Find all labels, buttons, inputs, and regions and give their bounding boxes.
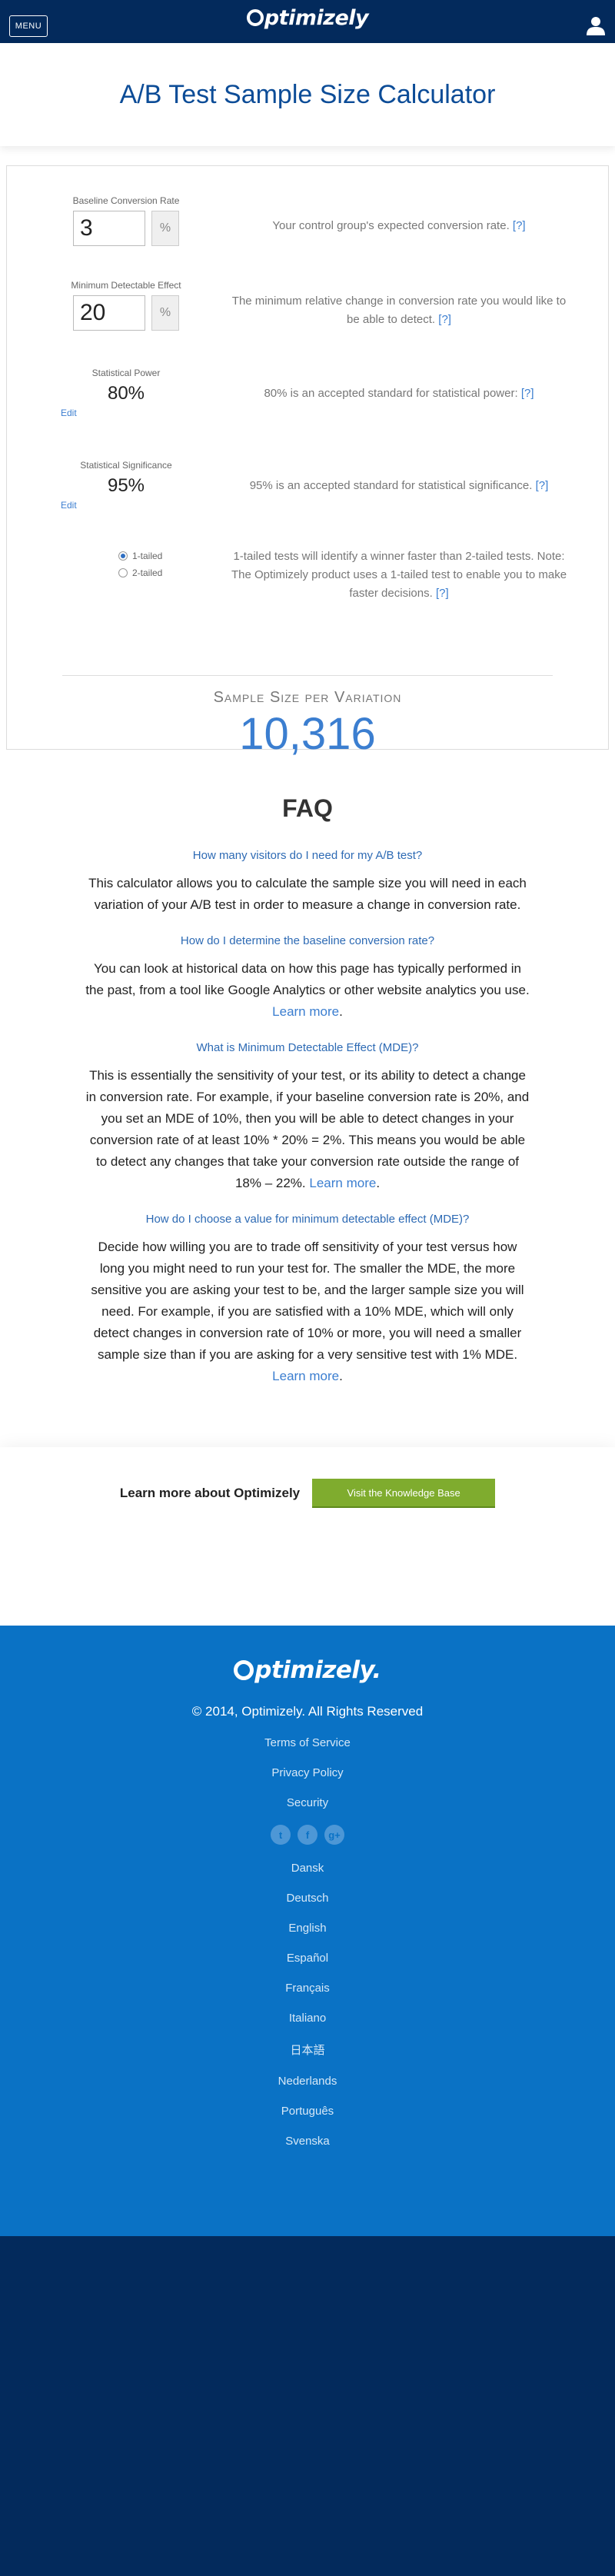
lang-dansk[interactable]: Dansk (0, 1862, 615, 1875)
result-divider (62, 675, 553, 676)
baseline-desc-text: Your control group's expected conversion… (272, 219, 510, 232)
faq-question-3[interactable]: What is Minimum Detectable Effect (MDE)? (85, 1041, 530, 1054)
knowledge-base-button[interactable]: Visit the Knowledge Base (312, 1479, 496, 1508)
learn-more-text: Learn more about Optimizely (119, 1486, 301, 1500)
mde-help-link[interactable]: [?] (438, 313, 451, 326)
significance-label: Statistical Significance (80, 460, 172, 471)
faq-question-2[interactable]: How do I determine the baseline conversi… (85, 934, 530, 947)
footer: ptimizely. © 2014, Optimizely. All Right… (0, 1626, 615, 2236)
mde-label: Minimum Detectable Effect (71, 280, 181, 291)
lang-francais[interactable]: Français (0, 1982, 615, 1995)
significance-field: Statistical Significance 95% (45, 460, 207, 497)
facebook-icon[interactable]: f (298, 1825, 317, 1845)
radio-1-tailed-dot[interactable] (118, 551, 128, 561)
page-title: A/B Test Sample Size Calculator (119, 79, 496, 109)
lang-espanol[interactable]: Español (0, 1952, 615, 1965)
footer-logo-wordmark: ptimizely. (254, 1656, 381, 1684)
faq-answer-4-text: Decide how willing you are to trade off … (91, 1240, 524, 1362)
title-band: A/B Test Sample Size Calculator (0, 43, 615, 146)
faq-answer-4-learn-more[interactable]: Learn more (272, 1369, 339, 1383)
logo-o-ring (246, 9, 264, 26)
radio-2-tailed-dot[interactable] (118, 568, 128, 577)
tails-desc: 1-tailed tests will identify a winner fa… (230, 547, 568, 603)
google-plus-icon[interactable]: g+ (324, 1825, 344, 1845)
lang-japanese[interactable]: 日本語 (0, 2042, 615, 2058)
baseline-unit: % (151, 211, 179, 246)
optimizely-logo[interactable]: ptimizely (0, 6, 615, 30)
faq-answer-1-text: This calculator allows you to calculate … (88, 876, 527, 912)
white-spacer (0, 1539, 615, 1626)
tails-help-link[interactable]: [?] (436, 587, 449, 600)
radio-2-tailed[interactable]: 2-tailed (118, 564, 162, 581)
mde-desc-text: The minimum relative change in conversio… (231, 295, 567, 326)
mde-desc: The minimum relative change in conversio… (230, 292, 568, 329)
copyright: © 2014, Optimizely. All Rights Reserved (191, 1704, 424, 1719)
tails-radio-group: 1-tailed 2-tailed (118, 547, 162, 581)
lang-nederlands[interactable]: Nederlands (0, 2075, 615, 2088)
logo-wordmark: ptimizely (264, 6, 369, 30)
footer-logo[interactable]: ptimizely. (0, 1656, 615, 1684)
baseline-desc: Your control group's expected conversion… (230, 217, 568, 235)
faq-answer-4: Decide how willing you are to trade off … (91, 1240, 524, 1383)
significance-desc: 95% is an accepted standard for statisti… (230, 477, 568, 495)
faq-answer-1: This calculator allows you to calculate … (85, 873, 530, 916)
baseline-help-link[interactable]: [?] (513, 219, 526, 232)
faq-answer-3-learn-more[interactable]: Learn more (309, 1176, 376, 1190)
calculator-panel: Baseline Conversion Rate % Your control … (6, 165, 609, 759)
mde-unit: % (151, 295, 179, 331)
radio-2-tailed-label: 2-tailed (132, 567, 163, 578)
faq-answer-2: You can look at historical data on how t… (85, 961, 530, 1019)
twitter-icon[interactable]: t (271, 1825, 291, 1845)
language-list: Dansk Deutsch English Español Français I… (0, 1862, 615, 2148)
faq-answer-2-learn-more[interactable]: Learn more (272, 1004, 339, 1019)
faq-section: FAQ How many visitors do I need for my A… (0, 750, 615, 1387)
footer-link-terms[interactable]: Terms of Service (0, 1736, 615, 1749)
radio-1-tailed-label: 1-tailed (132, 551, 163, 561)
mde-input[interactable] (73, 295, 145, 331)
lang-deutsch[interactable]: Deutsch (0, 1892, 615, 1905)
power-value: 80% (107, 383, 145, 404)
mde-field: Minimum Detectable Effect % (45, 280, 207, 331)
lang-svenska[interactable]: Svenska (0, 2135, 615, 2148)
baseline-field: Baseline Conversion Rate % (45, 195, 207, 246)
footer-logo-o-ring (234, 1660, 254, 1680)
faq-answer-3: This is essentially the sensitivity of y… (85, 1068, 530, 1190)
power-desc: 80% is an accepted standard for statisti… (230, 384, 568, 403)
lang-portugues[interactable]: Português (0, 2105, 615, 2118)
learn-more-band: Learn more about Optimizely Visit the Kn… (0, 1447, 615, 1539)
faq-question-1[interactable]: How many visitors do I need for my A/B t… (85, 849, 530, 862)
power-label: Statistical Power (91, 368, 161, 378)
baseline-input[interactable] (73, 211, 145, 246)
lang-english[interactable]: English (0, 1922, 615, 1935)
baseline-label: Baseline Conversion Rate (72, 195, 180, 206)
faq-title: FAQ (282, 794, 333, 822)
tails-desc-text: 1-tailed tests will identify a winner fa… (231, 550, 567, 600)
faq-answer-3-text: This is essentially the sensitivity of y… (85, 1068, 530, 1190)
main-content: Baseline Conversion Rate % Your control … (0, 146, 615, 1626)
result-label: Sample Size per Variation (213, 689, 402, 706)
result-value: 10,316 (239, 709, 376, 759)
significance-desc-text: 95% is an accepted standard for statisti… (249, 479, 533, 492)
power-edit-link[interactable]: Edit (61, 408, 77, 418)
lang-italiano[interactable]: Italiano (0, 2012, 615, 2025)
top-nav: MENU ptimizely (0, 0, 615, 43)
social-links: t f g+ (0, 1825, 615, 1845)
faq-answer-2-text: You can look at historical data on how t… (85, 961, 530, 997)
significance-value: 95% (107, 475, 145, 496)
significance-edit-link[interactable]: Edit (61, 500, 77, 511)
footer-link-security[interactable]: Security (0, 1796, 615, 1809)
radio-1-tailed[interactable]: 1-tailed (118, 547, 162, 564)
power-help-link[interactable]: [?] (521, 387, 534, 400)
power-desc-text: 80% is an accepted standard for statisti… (264, 387, 518, 400)
footer-link-privacy[interactable]: Privacy Policy (0, 1766, 615, 1779)
significance-help-link[interactable]: [?] (536, 479, 549, 492)
faq-question-4[interactable]: How do I choose a value for minimum dete… (85, 1213, 530, 1226)
user-icon[interactable] (586, 15, 606, 35)
power-field: Statistical Power 80% (45, 368, 207, 404)
